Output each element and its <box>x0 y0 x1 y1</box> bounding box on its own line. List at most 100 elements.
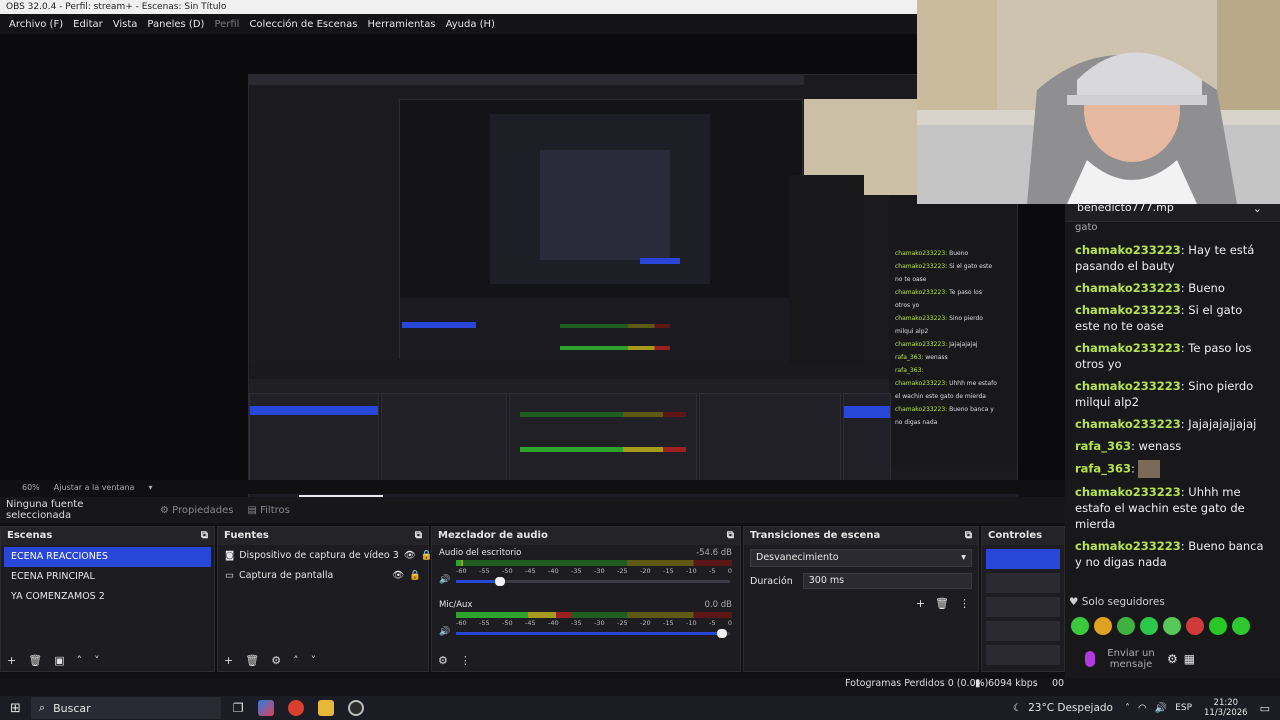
move-down-icon[interactable]: ˅ <box>311 654 317 667</box>
nested-scenes-dock <box>249 393 379 481</box>
transitions-title: Transiciones de escena <box>750 530 881 541</box>
task-view-icon[interactable]: ❐ <box>233 701 244 715</box>
properties-button[interactable]: ⚙ Propiedades <box>160 505 233 516</box>
start-recording-button[interactable] <box>986 573 1060 593</box>
taskbar-search[interactable]: ⌕ Buscar <box>30 697 221 719</box>
menu-herramientas[interactable]: Herramientas <box>362 19 440 30</box>
transition-select[interactable]: Desvanecimiento ▾ <box>750 549 972 567</box>
weather-text[interactable]: 23°C Despejado <box>1028 702 1113 714</box>
settings-button[interactable] <box>986 645 1060 665</box>
eye-icon[interactable]: 👁 <box>392 570 404 581</box>
duration-input[interactable]: 300 ms <box>802 573 972 589</box>
delete-scene-icon[interactable]: 🗑 <box>28 654 42 667</box>
gift-icon[interactable]: ▦ <box>1184 652 1195 666</box>
chevron-down-icon[interactable]: ▾ <box>148 483 152 492</box>
eye-icon[interactable]: 👁 <box>404 550 416 561</box>
scene-item[interactable]: YA COMENZAMOS 2 <box>4 587 211 607</box>
undock-icon[interactable]: ⧉ <box>201 530 208 542</box>
emote-icon[interactable] <box>1232 617 1250 635</box>
chat-username[interactable]: chamako233223 <box>1075 379 1181 393</box>
emote-icon[interactable] <box>1071 617 1089 635</box>
language-indicator[interactable]: ESP <box>1175 703 1192 713</box>
volume-slider[interactable] <box>456 577 730 586</box>
windows-start-icon[interactable]: ⊞ <box>10 701 21 716</box>
delete-source-icon[interactable]: 🗑 <box>245 654 259 667</box>
volume-slider-handle[interactable] <box>716 629 727 638</box>
scene-item[interactable]: ECENA PRINCIPAL <box>4 567 211 587</box>
filters-button[interactable]: ▤ Filtros <box>247 505 289 516</box>
chat-username[interactable]: chamako233223 <box>1075 341 1181 355</box>
add-scene-icon[interactable]: + <box>7 654 16 667</box>
bitrate: 6094 kbps <box>988 678 1038 689</box>
volume-slider-handle[interactable] <box>494 577 505 586</box>
zoom-level[interactable]: 60% <box>22 483 40 492</box>
notifications-icon[interactable]: ▭ <box>1260 702 1270 715</box>
menu-coleccion-escenas[interactable]: Colección de Escenas <box>244 19 362 30</box>
chat-username[interactable]: chamako233223 <box>1075 281 1181 295</box>
chat-send-input[interactable]: Enviar un mensaje <box>1101 648 1161 670</box>
emote-icon[interactable] <box>1117 617 1135 635</box>
chat-dropdown[interactable]: benedicto777.mp ⌄ <box>1065 201 1280 222</box>
emote-icon[interactable] <box>1140 617 1158 635</box>
speaker-icon[interactable]: 🔊 <box>439 575 450 585</box>
meter-scale: -60 -55 -50 -45 -40 -35 -30 -25 -20 -15 -10 -5 0 <box>456 619 732 627</box>
obs-icon[interactable] <box>347 700 364 716</box>
chat-username[interactable]: rafa_363 <box>1075 439 1131 453</box>
add-transition-icon[interactable]: + <box>916 597 925 610</box>
undock-icon[interactable]: ⧉ <box>727 530 734 542</box>
file-explorer-icon[interactable] <box>317 700 334 716</box>
scene-filters-icon[interactable]: ▣ <box>54 654 64 667</box>
emote-icon[interactable] <box>1163 617 1181 635</box>
menu-editar[interactable]: Editar <box>68 19 108 30</box>
chat-username[interactable]: chamako233223 <box>1075 303 1181 317</box>
copilot-icon[interactable] <box>257 700 274 716</box>
chat-username[interactable]: chamako233223 <box>1075 417 1181 431</box>
tray-wifi-icon[interactable]: ◠ <box>1138 703 1147 714</box>
more-options-icon[interactable]: ⋮ <box>959 597 970 610</box>
undock-icon[interactable]: ⧉ <box>965 530 972 542</box>
menu-ayuda[interactable]: Ayuda (H) <box>441 19 500 30</box>
audio-settings-icon[interactable]: ⚙ <box>438 654 448 667</box>
move-down-icon[interactable]: ˅ <box>94 654 100 667</box>
move-up-icon[interactable]: ˄ <box>293 654 299 667</box>
virtual-camera-button[interactable] <box>986 597 1060 617</box>
chrome-icon[interactable] <box>287 700 304 716</box>
speaker-icon[interactable]: 🔊 <box>439 627 450 637</box>
menu-archivo[interactable]: Archivo (F) <box>4 19 68 30</box>
source-item[interactable]: ▭ Captura de pantalla 👁 🔒 <box>218 565 428 585</box>
undock-icon[interactable]: ⧉ <box>415 530 422 542</box>
more-options-icon[interactable]: ⋮ <box>460 654 471 667</box>
delete-transition-icon[interactable]: 🗑 <box>935 597 949 610</box>
scene-item[interactable]: ECENA REACCIONES <box>4 547 211 567</box>
emote-icon[interactable] <box>1094 617 1112 635</box>
studio-mode-button[interactable] <box>986 621 1060 641</box>
start-streaming-button[interactable] <box>986 549 1060 569</box>
tray-volume-icon[interactable]: 🔊 <box>1155 703 1167 714</box>
volume-slider[interactable] <box>456 629 730 638</box>
meter-tick-label: -60 <box>456 619 467 627</box>
chevron-down-icon: ▾ <box>961 552 966 563</box>
chat-username[interactable]: chamako233223 <box>1075 485 1181 499</box>
nested-preview <box>399 99 804 360</box>
source-item[interactable]: ◙ Dispositivo de captura de vídeo 3 👁 🔒 <box>218 545 433 565</box>
menu-vista[interactable]: Vista <box>108 19 143 30</box>
chat-username[interactable]: chamako233223 <box>1075 539 1181 553</box>
add-source-icon[interactable]: + <box>224 654 233 667</box>
menu-paneles[interactable]: Paneles (D) <box>142 19 209 30</box>
mic-icon[interactable] <box>1085 651 1095 667</box>
fit-to-window-dropdown[interactable]: Ajustar a la ventana <box>54 483 135 492</box>
taskbar-clock[interactable]: 21:20 11/3/2026 <box>1204 698 1248 718</box>
chat-username[interactable]: rafa_363 <box>1075 462 1131 476</box>
chat-settings-icon[interactable]: ⚙ <box>1167 652 1178 666</box>
chat-username[interactable]: chamako233223 <box>1075 243 1181 257</box>
meter-tick-label: -5 <box>709 567 716 575</box>
move-up-icon[interactable]: ˄ <box>77 654 83 667</box>
tray-chevron-icon[interactable]: ˄ <box>1125 703 1130 714</box>
menu-perfil[interactable]: Perfil <box>209 19 244 30</box>
lock-icon[interactable]: 🔒 <box>409 570 421 581</box>
volume-slider-fill <box>456 580 500 583</box>
program-preview[interactable]: chamako233223: Bueno chamako233223: Si e… <box>0 34 1065 510</box>
source-settings-icon[interactable]: ⚙ <box>271 654 281 667</box>
emote-icon[interactable] <box>1209 617 1227 635</box>
emote-icon[interactable] <box>1186 617 1204 635</box>
